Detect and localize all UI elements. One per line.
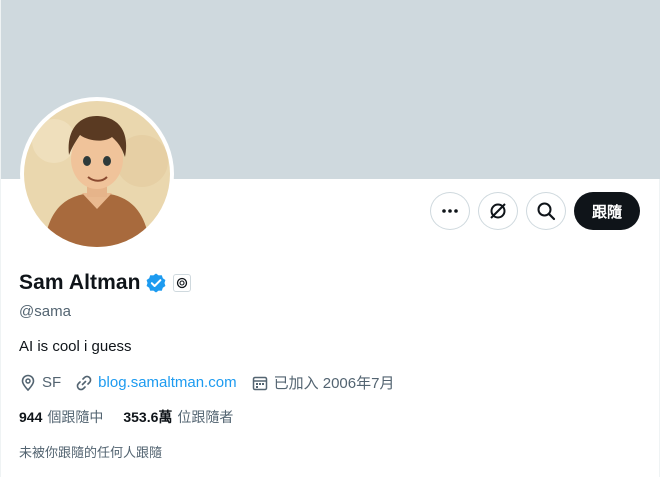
followers-count: 353.6萬 — [123, 409, 173, 425]
location-text: SF — [42, 374, 62, 391]
followers-label: 位跟隨者 — [177, 409, 234, 425]
more-icon — [442, 209, 458, 213]
join-date-text: 已加入 2006年7月 — [273, 375, 395, 392]
verified-badge-icon[interactable] — [145, 272, 167, 294]
name-row: Sam Altman — [19, 271, 191, 295]
avatar[interactable] — [20, 97, 174, 251]
grok-button[interactable] — [477, 192, 518, 230]
followed-by-note: 未被你跟隨的任何人跟隨 — [19, 445, 163, 460]
follow-button[interactable]: 跟隨 — [573, 192, 640, 230]
search-icon — [537, 202, 556, 221]
location-pin-icon — [21, 374, 35, 391]
website: blog.samaltman.com — [75, 374, 237, 392]
avatar-image — [24, 101, 170, 247]
following-stat[interactable]: 944 個跟隨中 — [19, 407, 103, 427]
user-handle: @sama — [19, 303, 71, 320]
profile-page: 跟隨 Sam Altman @sama AI is cool i guess S… — [0, 0, 660, 477]
link-icon — [76, 375, 92, 390]
followers-stat[interactable]: 353.6萬 位跟隨者 — [123, 407, 233, 427]
calendar-icon — [252, 376, 267, 390]
location: SF — [19, 374, 61, 392]
grok-icon — [490, 203, 506, 219]
website-link[interactable]: blog.samaltman.com — [98, 374, 236, 391]
display-name: Sam Altman — [19, 271, 141, 294]
affiliation-badge[interactable] — [172, 274, 191, 292]
profile-meta: SF blog.samaltman.com 已加入 2006年7月 — [19, 372, 408, 393]
follow-stats: 944 個跟隨中 353.6萬 位跟隨者 — [19, 407, 253, 427]
following-count: 944 — [19, 409, 43, 425]
following-label: 個跟隨中 — [47, 409, 104, 425]
join-date: 已加入 2006年7月 — [251, 372, 395, 393]
profile-actions: 跟隨 — [422, 192, 640, 230]
search-button[interactable] — [525, 192, 566, 230]
more-button[interactable] — [429, 192, 470, 230]
profile-bio: AI is cool i guess — [19, 338, 132, 355]
openai-logo-icon — [176, 277, 187, 289]
